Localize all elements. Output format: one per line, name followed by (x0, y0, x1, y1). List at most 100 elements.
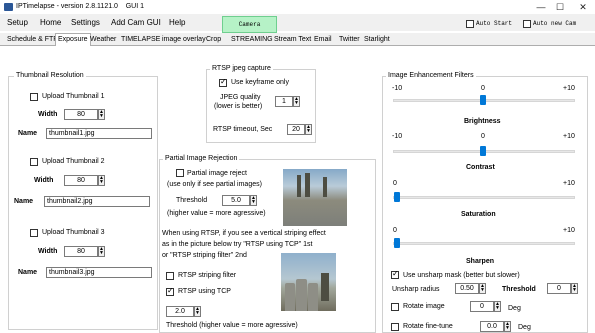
rotate-fine-tune-label: Rotate fine-tune (403, 323, 453, 330)
thumbnail-2-width-input[interactable]: 80 (64, 175, 98, 186)
upload-thumbnail-1-checkbox[interactable] (30, 93, 38, 101)
upload-thumbnail-3-checkbox[interactable] (30, 229, 38, 237)
striping-threshold-input[interactable]: 2.0 (166, 306, 194, 317)
use-keyframe-label: Use keyframe only (231, 79, 289, 86)
rotate-image-unit: Deg (508, 305, 521, 312)
contrast-max-label: +10 (563, 133, 575, 140)
striping-image-preview (281, 253, 336, 311)
saturation-min-label: 0 (393, 180, 397, 187)
rotate-image-input[interactable]: 0 (470, 301, 494, 312)
rotate-fine-tune-input[interactable]: 0.0 (480, 321, 504, 332)
thumbnail-1-width-spinner[interactable]: ▲ ▼ (98, 109, 105, 120)
thumbnail-3-name-input[interactable]: thumbnail3.jpg (46, 267, 152, 278)
unsharp-radius-spinner[interactable]: ▲ ▼ (479, 283, 486, 294)
brightness-min-label: -10 (392, 85, 403, 92)
thumbnail-2-width-spinner[interactable]: ▲ ▼ (98, 175, 105, 186)
thumbnail-1-width-input[interactable]: 80 (64, 109, 98, 120)
tab-schedule-ftp[interactable]: Schedule & FTP (5, 34, 60, 46)
saturation-label: Saturation (461, 211, 496, 218)
striping-threshold-note: Threshold (higher value = more agressive… (166, 322, 298, 329)
brightness-slider-thumb[interactable] (480, 95, 486, 105)
use-keyframe-checkbox[interactable] (219, 77, 227, 87)
striping-threshold-spinner[interactable]: ▲ ▼ (194, 306, 201, 317)
tab-image-overlay[interactable]: image overlay (160, 34, 208, 46)
menu-add-cam-gui[interactable]: Add Cam GUI (111, 18, 161, 27)
menu-home[interactable]: Home (40, 18, 61, 27)
jpeg-quality-input[interactable]: 1 (275, 96, 293, 107)
tab-starlight[interactable]: Starlight (362, 34, 392, 46)
thumbnail-1-name-input[interactable]: thumbnail1.jpg (46, 128, 152, 139)
rtsp-timeout-input[interactable]: 20 (287, 124, 305, 135)
sharpen-label: Sharpen (466, 258, 495, 265)
rtsp-capture-group-title: RTSP jpeg capture (210, 65, 273, 72)
jpeg-quality-spinner[interactable]: ▲ ▼ (293, 96, 300, 107)
window-title: IPTimelapse - version 2.8.1121.0 GUI 1 (16, 3, 145, 10)
rtsp-timeout-spinner[interactable]: ▲ ▼ (305, 124, 312, 135)
thumbnail-3-width-label: Width (38, 248, 58, 255)
unsharp-radius-input[interactable]: 0.50 (455, 283, 479, 294)
sharpen-min-label: 0 (393, 227, 397, 234)
contrast-label: Contrast (466, 164, 495, 171)
striping-info-line-2: as in the picture below try "RTSP using … (162, 241, 313, 248)
silo-shape (285, 283, 295, 311)
saturation-slider[interactable] (393, 196, 575, 199)
auto-start-checkbox[interactable] (466, 20, 474, 28)
rotate-fine-tune-spinner[interactable]: ▲ ▼ (504, 321, 511, 332)
unsharp-mask-checkbox[interactable] (391, 269, 399, 279)
tab-stream-text[interactable]: Stream Text (272, 34, 313, 46)
tab-twitter[interactable]: Twitter (337, 34, 362, 46)
tab-timelapse[interactable]: TIMELAPSE (119, 34, 162, 46)
striping-info-line-3: or "RTSP striping filter" 2nd (162, 252, 247, 259)
partial-image-preview (283, 169, 347, 226)
upload-thumbnail-2-checkbox[interactable] (30, 158, 38, 166)
rotate-image-label: Rotate image (403, 303, 445, 310)
sharpen-slider[interactable] (393, 242, 575, 245)
tab-streaming[interactable]: STREAMING (229, 34, 275, 46)
rotate-image-checkbox[interactable] (391, 303, 399, 311)
camera-button[interactable]: Camera (222, 16, 277, 33)
contrast-slider-thumb[interactable] (480, 146, 486, 156)
tab-email[interactable]: Email (312, 34, 334, 46)
thumbnail-2-name-label: Name (14, 198, 34, 205)
unsharp-radius-label: Unsharp radius (392, 286, 440, 293)
auto-new-cam-checkbox[interactable] (523, 20, 531, 28)
menu-setup[interactable]: Setup (7, 18, 28, 27)
rotate-fine-tune-checkbox[interactable] (391, 323, 399, 331)
upload-thumbnail-2-label: Upload Thumbnail 2 (42, 158, 105, 165)
minimize-icon[interactable]: — (534, 1, 548, 13)
thumbnail-2-name-input[interactable]: thumbnail2.jpg (44, 196, 150, 207)
rtsp-striping-filter-checkbox[interactable] (166, 272, 174, 280)
menu-settings[interactable]: Settings (71, 18, 100, 27)
thumbnail-3-width-input[interactable]: 80 (64, 246, 98, 257)
contrast-min-label: -10 (392, 133, 403, 140)
partial-threshold-spinner[interactable]: ▲ ▼ (250, 195, 257, 206)
tab-crop[interactable]: Crop (204, 34, 223, 46)
tree-icon (321, 273, 329, 301)
tab-weather[interactable]: Weather (88, 34, 118, 46)
partial-threshold-note: (higher value = more agressive) (167, 210, 266, 217)
brightness-label: Brightness (464, 118, 501, 125)
maximize-icon[interactable]: ☐ (553, 1, 567, 13)
rotate-image-spinner[interactable]: ▲ ▼ (494, 301, 501, 312)
sharpen-slider-thumb[interactable] (394, 238, 400, 248)
unsharp-threshold-spinner[interactable]: ▲ ▼ (571, 283, 578, 294)
tab-exposure[interactable]: Exposure (55, 33, 91, 47)
jpeg-quality-note: (lower is better) (214, 103, 263, 110)
partial-threshold-input[interactable]: 5.0 (222, 195, 250, 206)
partial-image-reject-checkbox[interactable] (176, 169, 184, 177)
partial-threshold-label: Threshold (176, 197, 208, 204)
saturation-slider-thumb[interactable] (394, 192, 400, 202)
unsharp-threshold-label: Threshold (502, 286, 536, 293)
silo-shape (308, 283, 318, 311)
rtsp-using-tcp-checkbox[interactable] (166, 286, 174, 296)
sharpen-max-label: +10 (563, 227, 575, 234)
menu-help[interactable]: Help (169, 18, 185, 27)
thumbnail-1-name-label: Name (18, 130, 38, 137)
tree-icon (305, 173, 310, 197)
striping-info-line-1: When using RTSP, if you see a vertical s… (162, 230, 326, 237)
unsharp-threshold-input[interactable]: 0 (547, 283, 571, 294)
close-icon[interactable]: ✕ (576, 1, 590, 13)
thumbnail-1-width-label: Width (38, 111, 58, 118)
thumbnail-3-width-spinner[interactable]: ▲ ▼ (98, 246, 105, 257)
jpeg-quality-label: JPEG quality (220, 94, 261, 101)
